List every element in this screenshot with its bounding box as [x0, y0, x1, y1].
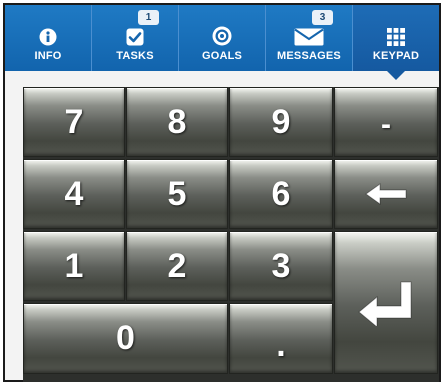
key-minus[interactable]: -	[334, 87, 438, 157]
key-9[interactable]: 9	[229, 87, 333, 157]
tab-keypad[interactable]: KEYPAD	[353, 5, 439, 80]
key-6[interactable]: 6	[229, 159, 333, 229]
target-icon	[212, 22, 232, 46]
key-5[interactable]: 5	[126, 159, 228, 229]
tab-tasks-label: TASKS	[116, 50, 154, 62]
tab-messages-label: MESSAGES	[277, 50, 341, 62]
tab-info[interactable]: INFO	[5, 5, 92, 71]
app-window: INFO 1 TASKS GOALS 3 MESSAGES KEYPAD 7 8…	[3, 3, 441, 382]
keypad-grid-icon	[387, 22, 405, 46]
tab-bar: INFO 1 TASKS GOALS 3 MESSAGES KEYPAD	[5, 5, 439, 80]
envelope-icon	[294, 22, 324, 46]
backspace-arrow-icon	[365, 183, 407, 205]
key-7[interactable]: 7	[23, 87, 125, 157]
numeric-keypad: 7 8 9 - 4 5 6 1 2 3 0 .	[23, 87, 439, 382]
key-1[interactable]: 1	[23, 231, 125, 301]
tab-keypad-label: KEYPAD	[372, 50, 420, 62]
checkbox-icon	[126, 22, 144, 46]
tab-goals-label: GOALS	[201, 50, 243, 62]
tab-tasks[interactable]: 1 TASKS	[92, 5, 179, 71]
enter-key[interactable]	[334, 231, 438, 374]
tab-messages[interactable]: 3 MESSAGES	[266, 5, 353, 71]
key-8[interactable]: 8	[126, 87, 228, 157]
tab-goals[interactable]: GOALS	[179, 5, 266, 71]
key-decimal-point[interactable]: .	[229, 303, 333, 374]
info-icon	[39, 22, 57, 46]
backspace-key[interactable]	[334, 159, 438, 229]
tab-info-label: INFO	[34, 50, 62, 62]
key-0[interactable]: 0	[23, 303, 228, 374]
active-tab-pointer	[387, 71, 405, 80]
messages-count-badge: 3	[312, 10, 333, 25]
enter-return-icon	[358, 281, 412, 326]
key-2[interactable]: 2	[126, 231, 228, 301]
key-4[interactable]: 4	[23, 159, 125, 229]
key-3[interactable]: 3	[229, 231, 333, 301]
tasks-count-badge: 1	[138, 10, 159, 25]
